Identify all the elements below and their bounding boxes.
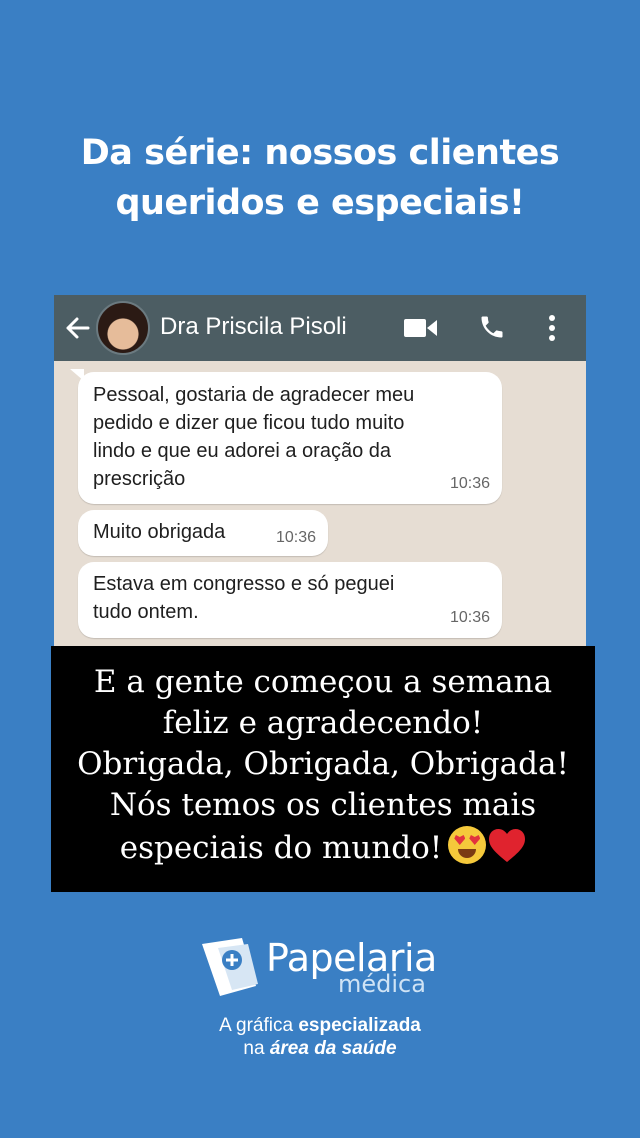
- message-line: pedido e dizer que ficou tudo muito: [93, 412, 405, 434]
- caption-line-5-text: especiais do mundo!: [119, 830, 443, 866]
- more-menu-icon[interactable]: [544, 313, 560, 343]
- caption-box: E a gente começou a semana feliz e agrad…: [51, 646, 595, 892]
- brand-subname: médica: [338, 970, 426, 998]
- tagline: A gráfica especializada na área da saúde: [0, 1014, 640, 1060]
- message-line: prescrição: [93, 468, 186, 490]
- message-text: Muito obrigada: [93, 518, 225, 546]
- message-line: Estava em congresso e só peguei: [93, 573, 395, 595]
- message-text: Estava em congresso e só peguei tudo ont…: [93, 570, 394, 626]
- tagline-part-a: A gráfica: [219, 1015, 299, 1036]
- caption-line-4: Nós temos os clientes mais: [109, 787, 537, 823]
- contact-name[interactable]: Dra Priscila Pisoli: [160, 313, 347, 341]
- video-call-icon[interactable]: [404, 317, 438, 339]
- back-arrow-icon[interactable]: [64, 315, 90, 341]
- red-heart-emoji-icon: [489, 829, 526, 862]
- caption-line-5: especiais do mundo!: [51, 826, 595, 869]
- tagline-part-b: especializada: [298, 1015, 421, 1036]
- message-bubble[interactable]: Pessoal, gostaria de agradecer meu pedid…: [78, 372, 502, 504]
- phone-icon[interactable]: [478, 313, 506, 341]
- caption-line-1: E a gente começou a semana: [93, 664, 553, 700]
- headline-line-1: Da série: nossos clientes: [80, 133, 560, 173]
- headline: Da série: nossos clientes queridos e esp…: [0, 128, 640, 228]
- chat-header: Dra Priscila Pisoli: [54, 295, 586, 361]
- message-bubble[interactable]: Estava em congresso e só peguei tudo ont…: [78, 562, 502, 638]
- message-line: lindo e que eu adorei a oração da: [93, 440, 392, 462]
- tagline-part-d: área da saúde: [269, 1038, 397, 1059]
- message-time: 10:36: [449, 475, 490, 492]
- message-line: Pessoal, gostaria de agradecer meu: [93, 384, 415, 406]
- caption-line-2: feliz e agradecendo!: [162, 705, 484, 741]
- contact-avatar[interactable]: [96, 301, 150, 355]
- headline-line-2: queridos e especiais!: [115, 183, 525, 223]
- tagline-part-c: na: [243, 1038, 270, 1059]
- message-line: tudo ontem.: [93, 601, 199, 623]
- message-text: Pessoal, gostaria de agradecer meu pedid…: [93, 381, 414, 493]
- message-bubble[interactable]: Muito obrigada 10:36: [78, 510, 328, 556]
- message-line: Muito obrigada: [93, 521, 226, 543]
- message-time: 10:36: [449, 609, 490, 626]
- logo-icon: [202, 938, 258, 996]
- heart-eyes-emoji-icon: [448, 826, 487, 864]
- caption-line-3: Obrigada, Obrigada, Obrigada!: [77, 746, 569, 782]
- chat-screenshot: Dra Priscila Pisoli Pessoal, gostaria de…: [54, 295, 586, 655]
- message-time: 10:36: [275, 529, 316, 546]
